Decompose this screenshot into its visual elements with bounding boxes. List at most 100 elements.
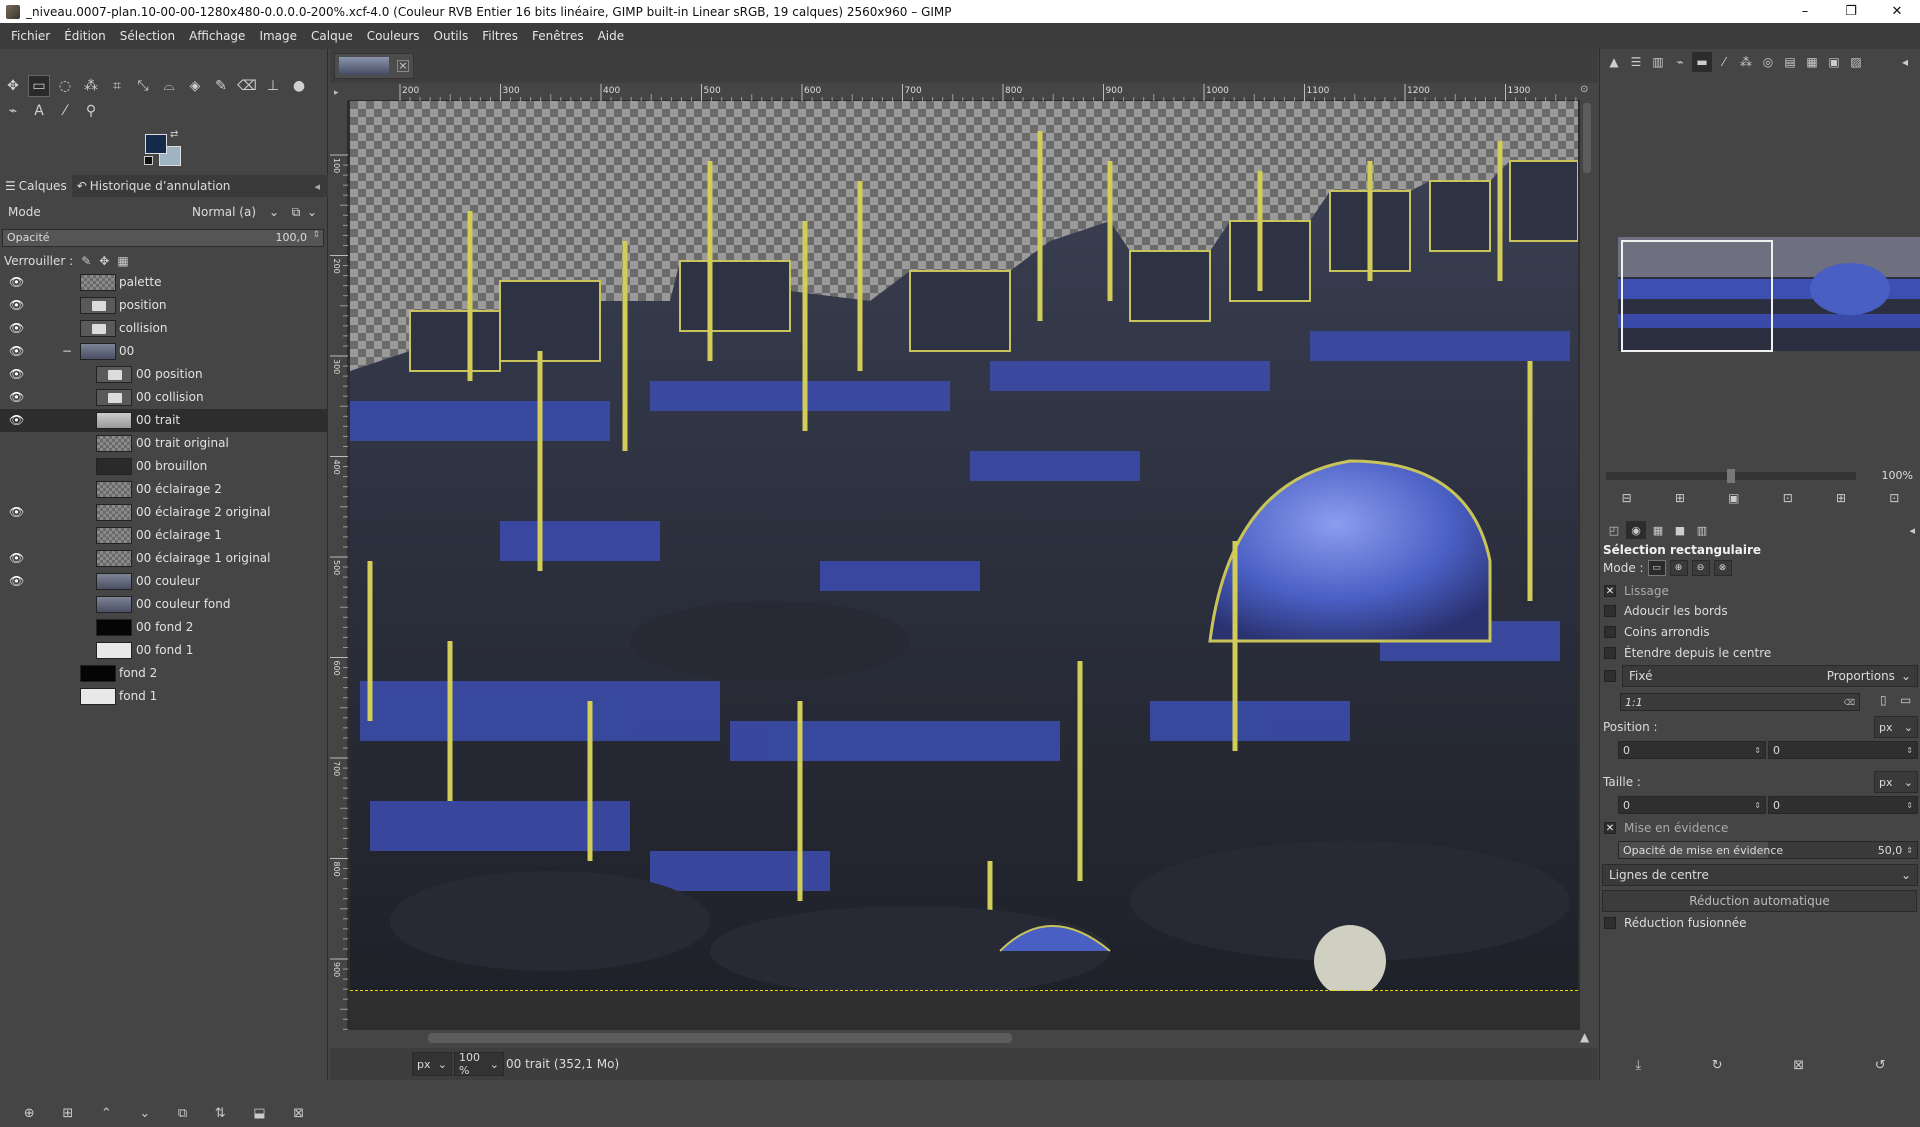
pattern-icon[interactable]: ▦: [1648, 521, 1668, 539]
auto-shrink-button[interactable]: Réduction automatique: [1602, 890, 1917, 912]
expand-center-checkbox[interactable]: Étendre depuis le centre: [1604, 646, 1771, 660]
antialias-checkbox[interactable]: ✕ Lissage: [1604, 584, 1669, 598]
mode-add-icon[interactable]: ⊕: [1669, 560, 1688, 576]
mode-intersect-icon[interactable]: ⊗: [1713, 560, 1732, 576]
visibility-eye-icon[interactable]: 👁: [9, 344, 27, 358]
foreground-color[interactable]: [145, 134, 167, 154]
image-tab[interactable]: ×: [334, 53, 414, 79]
close-window-button[interactable]: ✕: [1874, 0, 1920, 23]
highlight-opacity-slider[interactable]: Opacité de mise en évidence 50,0 ⇕: [1618, 841, 1918, 859]
navigation-preview[interactable]: [1600, 219, 1920, 377]
opacity-slider[interactable]: Opacité 100,0 ⇕: [2, 229, 324, 247]
position-unit-select[interactable]: px ⌄: [1874, 716, 1918, 738]
fonts-tab-icon[interactable]: ▦: [1802, 52, 1822, 72]
mode-subtract-icon[interactable]: ⊖: [1691, 560, 1710, 576]
fixed-combo[interactable]: Fixé Proportions ⌄: [1622, 665, 1918, 687]
layer-row[interactable]: 👁 00 couleur: [0, 570, 328, 593]
fg-bg-icon[interactable]: ■: [1670, 521, 1690, 539]
warp-transform-tool-icon[interactable]: ⌓: [158, 75, 180, 97]
position-x-input[interactable]: 0 ⇕: [1618, 741, 1766, 759]
position-y-spin-icon[interactable]: ⇕: [1906, 746, 1913, 755]
delete-layer-icon[interactable]: ⊠: [293, 1106, 304, 1121]
layer-row[interactable]: 00 éclairage 1: [0, 524, 328, 547]
clear-ratio-icon[interactable]: ⌫: [1844, 698, 1855, 707]
layer-composite-icon[interactable]: ⧉: [288, 205, 304, 220]
horizontal-scroll-thumb[interactable]: [428, 1033, 1012, 1043]
opacity-spin-icon[interactable]: ⇕: [312, 230, 320, 240]
dock-config-right-icon[interactable]: ◂: [1895, 52, 1915, 72]
rounded-corners-checkbox[interactable]: Coins arrondis: [1604, 625, 1710, 639]
zoom-tool-icon[interactable]: ⚲: [80, 100, 102, 122]
portrait-icon[interactable]: ▯: [1880, 693, 1887, 707]
delete-preset-icon[interactable]: ⊠: [1793, 1058, 1804, 1073]
layer-row[interactable]: 00 fond 1: [0, 639, 328, 662]
palettes-tab-icon[interactable]: ▤: [1780, 52, 1800, 72]
reset-colors-icon[interactable]: [144, 156, 153, 165]
dock-config-tools-icon[interactable]: ◂: [1909, 521, 1915, 539]
paths-tool-icon[interactable]: ⌁: [2, 100, 24, 122]
layer-row[interactable]: 👁 − 00: [0, 340, 328, 363]
lock-alpha-icon[interactable]: ▦: [117, 254, 128, 268]
dock-config-icon[interactable]: ◂: [314, 180, 320, 193]
tab-undo-history[interactable]: ↶ Historique d’annulation: [72, 175, 236, 197]
image-canvas[interactable]: [348, 101, 1580, 1030]
brushes-tab-icon[interactable]: ⁄: [1714, 52, 1734, 72]
lasso-tool-icon[interactable]: ◌: [54, 75, 76, 97]
horizontal-scrollbar[interactable]: [348, 1030, 1580, 1046]
menu-couleurs[interactable]: Couleurs: [360, 29, 427, 43]
maximize-button[interactable]: ❐: [1828, 0, 1874, 23]
channels-tab-icon[interactable]: ▥: [1648, 52, 1668, 72]
paths-tab-icon[interactable]: ⌁: [1670, 52, 1690, 72]
menu-outils[interactable]: Outils: [427, 29, 476, 43]
navigate-icon[interactable]: ▲: [1580, 1030, 1594, 1046]
menu-fichier[interactable]: Fichier: [4, 29, 57, 43]
size-w-input[interactable]: 0 ⇕: [1618, 796, 1766, 814]
navigation-view-frame[interactable]: [1621, 240, 1773, 352]
menu-image[interactable]: Image: [252, 29, 304, 43]
zoom-select[interactable]: 100 % ⌄: [454, 1051, 504, 1077]
visibility-eye-icon[interactable]: [9, 689, 27, 703]
gradients-tab-icon[interactable]: ◎: [1758, 52, 1778, 72]
layer-row[interactable]: 👁 00 éclairage 2 original: [0, 501, 328, 524]
color-picker-tool-icon[interactable]: ⁄: [54, 100, 76, 122]
duplicate-layer-icon[interactable]: ⧉: [178, 1106, 187, 1121]
menu-affichage[interactable]: Affichage: [182, 29, 252, 43]
position-y-input[interactable]: 0 ⇕: [1768, 741, 1918, 759]
layer-row[interactable]: 00 fond 2: [0, 616, 328, 639]
eraser-tool-icon[interactable]: ⌫: [236, 75, 258, 97]
visibility-eye-icon[interactable]: [9, 482, 27, 496]
guides-select[interactable]: Lignes de centre ⌄: [1602, 864, 1918, 886]
tool-options-icon[interactable]: ◰: [1604, 521, 1624, 539]
landscape-icon[interactable]: ▭: [1900, 693, 1911, 707]
zoom-fill-icon[interactable]: ⊞: [1836, 491, 1846, 511]
move-tool-icon[interactable]: ✥: [2, 75, 24, 97]
shrink-wrap-icon[interactable]: ⊡: [1889, 491, 1899, 511]
layer-row[interactable]: 00 couleur fond: [0, 593, 328, 616]
layer-row[interactable]: 00 trait original: [0, 432, 328, 455]
size-unit-select[interactable]: px ⌄: [1874, 771, 1918, 793]
visibility-eye-icon[interactable]: 👁: [9, 390, 27, 404]
close-image-icon[interactable]: ×: [397, 60, 409, 72]
menu-calque[interactable]: Calque: [304, 29, 360, 43]
clone-tool-icon[interactable]: ⊥: [262, 75, 284, 97]
layer-row[interactable]: 👁 00 collision: [0, 386, 328, 409]
zoom-in-icon[interactable]: ⊞: [1675, 491, 1685, 511]
new-layer-group-icon[interactable]: ⊞: [62, 1106, 73, 1121]
lower-layer-icon[interactable]: ⌄: [139, 1106, 150, 1121]
zoom-knob[interactable]: [1727, 469, 1735, 483]
text-tool-icon[interactable]: A: [28, 100, 50, 122]
menu-edition[interactable]: Édition: [57, 29, 113, 43]
highlight-opacity-spin-icon[interactable]: ⇕: [1906, 846, 1913, 855]
visibility-eye-icon[interactable]: [9, 436, 27, 450]
size-h-spin-icon[interactable]: ⇕: [1906, 801, 1913, 810]
unit-select[interactable]: px ⌄: [412, 1052, 452, 1076]
fixed-checkbox[interactable]: [1604, 670, 1616, 682]
rect-select-tool-icon[interactable]: ▭: [28, 75, 50, 97]
document-history-tab-icon[interactable]: ▨: [1846, 52, 1866, 72]
restore-preset-icon[interactable]: ↻: [1712, 1058, 1723, 1073]
layer-row[interactable]: 00 éclairage 2: [0, 478, 328, 501]
visibility-eye-icon[interactable]: 👁: [9, 298, 27, 312]
visibility-eye-icon[interactable]: [9, 666, 27, 680]
menu-selection[interactable]: Sélection: [113, 29, 182, 43]
position-x-spin-icon[interactable]: ⇕: [1754, 746, 1761, 755]
